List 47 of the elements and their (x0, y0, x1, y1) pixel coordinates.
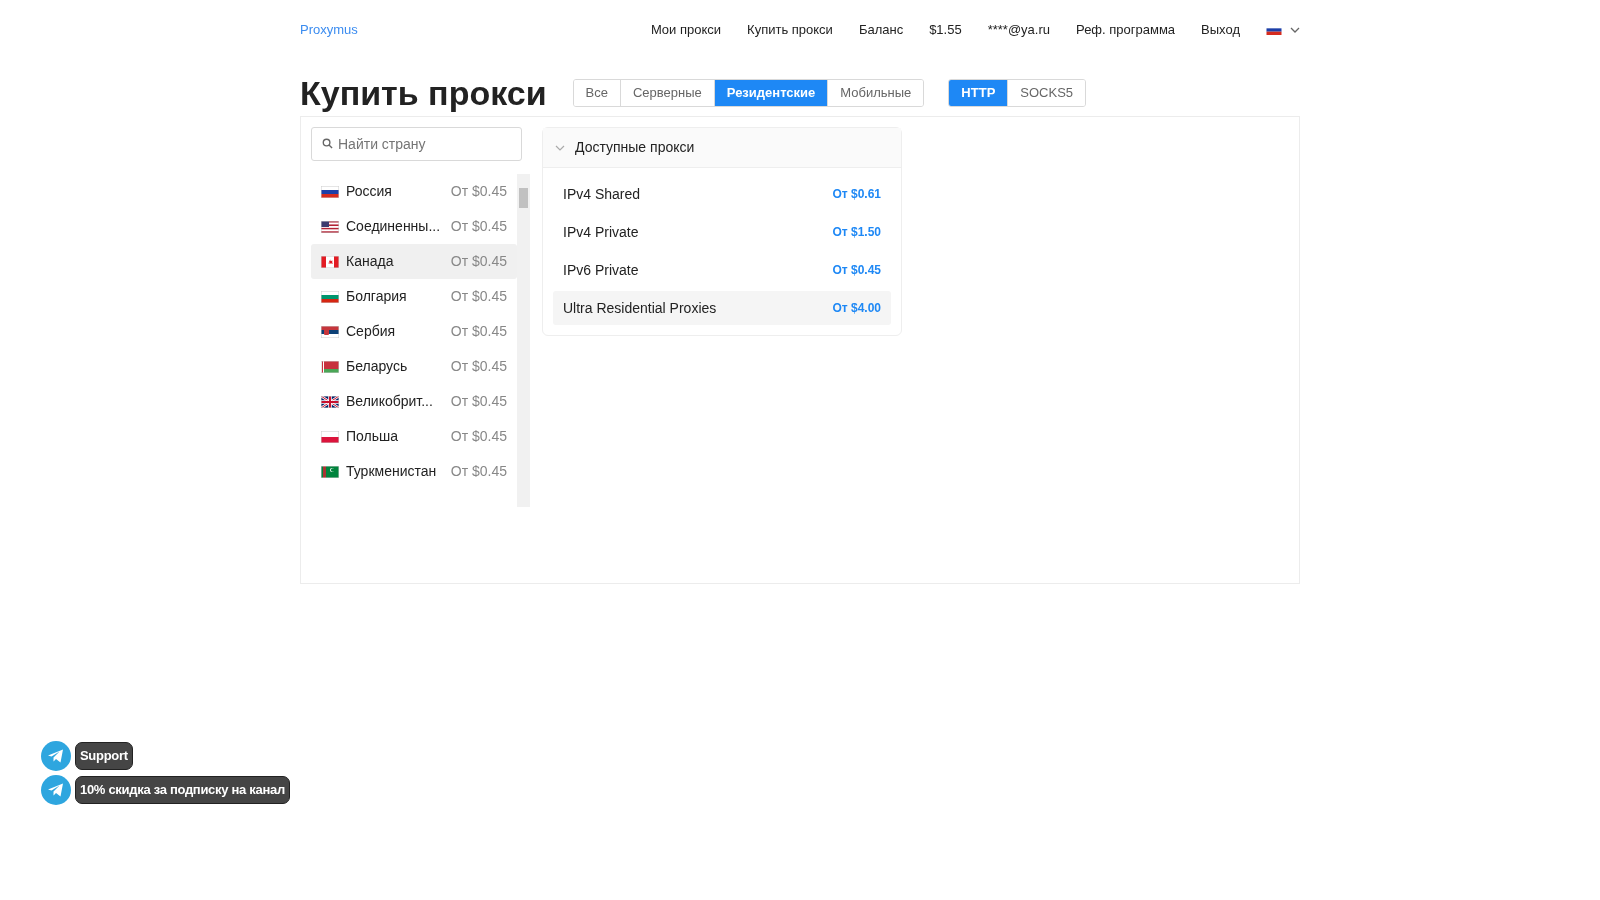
brand-link[interactable]: Proxymus (300, 20, 358, 40)
language-selector[interactable] (1266, 25, 1300, 35)
country-item[interactable]: Великобрит... От $0.45 (311, 384, 517, 419)
telegram-icon[interactable] (41, 741, 71, 771)
nav-link[interactable]: Выход (1201, 20, 1240, 40)
page-title: Купить прокси (300, 76, 547, 110)
telegram-icon[interactable] (41, 775, 71, 805)
flag-icon (321, 185, 339, 198)
scrollbar[interactable] (517, 174, 530, 507)
filter-tab[interactable]: Мобильные (827, 80, 924, 106)
search-icon (322, 138, 333, 149)
filter-tab[interactable]: Резидентские (713, 80, 828, 106)
nav-link[interactable]: Мои прокси (650, 20, 722, 40)
proxy-item[interactable]: IPv6 Private От $0.45 (553, 253, 891, 287)
telegram-link[interactable]: 10% скидка за подписку на канал (75, 776, 290, 804)
country-item[interactable]: Россия От $0.45 (311, 174, 517, 209)
nav-link[interactable]: Реф. программа (1076, 20, 1176, 40)
proxy-item[interactable]: Ultra Residential Proxies От $4.00 (553, 291, 891, 325)
country-item[interactable]: Болгария От $0.45 (311, 279, 517, 314)
proxy-item[interactable]: IPv4 Private От $1.50 (553, 215, 891, 249)
filter-tab[interactable]: SOCKS5 (1007, 80, 1086, 106)
nav-link[interactable]: Купить прокси (747, 20, 833, 40)
proxy-item[interactable]: IPv4 Shared От $0.61 (553, 177, 891, 211)
flag-icon (321, 465, 339, 478)
flag-icon (321, 290, 339, 303)
country-item[interactable]: Сербия От $0.45 (311, 314, 517, 349)
country-item[interactable]: Польша От $0.45 (311, 419, 517, 454)
filter-tab[interactable]: HTTP (949, 80, 1008, 106)
flag-icon (1266, 25, 1282, 35)
country-item[interactable]: Канада От $0.45 (311, 244, 517, 279)
search-field[interactable]: Найти страну (311, 127, 522, 161)
nav-link[interactable]: $1.55 (929, 20, 962, 40)
country-item[interactable]: Беларусь От $0.45 (311, 349, 517, 384)
nav-link[interactable]: ****@ya.ru (987, 20, 1051, 40)
flag-icon (321, 325, 339, 338)
chevron-icon (555, 144, 565, 151)
flag-icon (321, 430, 339, 443)
flag-icon (321, 360, 339, 373)
country-item[interactable]: Туркменистан От $0.45 (311, 454, 517, 489)
nav-link[interactable]: Баланс (858, 20, 904, 40)
accordion-header[interactable]: Доступные прокси (543, 128, 901, 168)
telegram-link[interactable]: Support (75, 742, 133, 770)
flag-icon (321, 395, 339, 408)
flag-icon (321, 255, 339, 268)
chevron-icon (1290, 27, 1300, 33)
country-item[interactable]: Соединенны... От $0.45 (311, 209, 517, 244)
flag-icon (321, 220, 339, 233)
